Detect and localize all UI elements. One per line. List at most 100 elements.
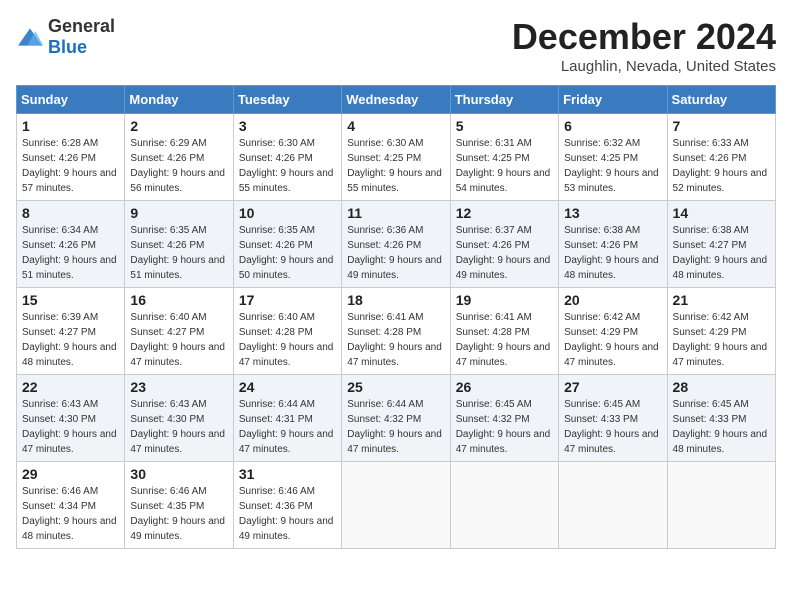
day-info: Sunrise: 6:44 AMSunset: 4:31 PMDaylight:… [239, 397, 336, 457]
day-header-monday: Monday [125, 86, 233, 114]
logo-blue-text: Blue [48, 37, 87, 57]
calendar-week-row: 1Sunrise: 6:28 AMSunset: 4:26 PMDaylight… [17, 114, 776, 201]
calendar-cell: 2 Sunrise: 6:29 AMSunset: 4:26 PMDaylight… [125, 114, 233, 201]
day-number: 4 [347, 118, 444, 134]
title-area: December 2024 Laughlin, Nevada, United S… [512, 16, 776, 75]
day-info: Sunrise: 6:34 AMSunset: 4:26 PMDaylight:… [22, 223, 119, 283]
day-info: Sunrise: 6:33 AMSunset: 4:26 PMDaylight:… [673, 136, 770, 196]
calendar-cell [342, 462, 450, 549]
calendar-cell: 12 Sunrise: 6:37 AMSunset: 4:26 PMDayligh… [450, 201, 558, 288]
calendar-cell: 23 Sunrise: 6:43 AMSunset: 4:30 PMDayligh… [125, 375, 233, 462]
day-number: 5 [456, 118, 553, 134]
day-number: 27 [564, 379, 661, 395]
logo-icon [16, 27, 44, 47]
day-number: 13 [564, 205, 661, 221]
day-info: Sunrise: 6:29 AMSunset: 4:26 PMDaylight:… [130, 136, 227, 196]
day-info: Sunrise: 6:43 AMSunset: 4:30 PMDaylight:… [130, 397, 227, 457]
day-number: 22 [22, 379, 119, 395]
day-header-saturday: Saturday [667, 86, 775, 114]
calendar-cell: 1Sunrise: 6:28 AMSunset: 4:26 PMDaylight… [17, 114, 125, 201]
logo: General Blue [16, 16, 115, 58]
day-number: 25 [347, 379, 444, 395]
day-info: Sunrise: 6:45 AMSunset: 4:33 PMDaylight:… [673, 397, 770, 457]
calendar-cell: 5 Sunrise: 6:31 AMSunset: 4:25 PMDaylight… [450, 114, 558, 201]
day-info: Sunrise: 6:40 AMSunset: 4:28 PMDaylight:… [239, 310, 336, 370]
day-info: Sunrise: 6:41 AMSunset: 4:28 PMDaylight:… [456, 310, 553, 370]
day-number: 19 [456, 292, 553, 308]
calendar-cell: 19 Sunrise: 6:41 AMSunset: 4:28 PMDayligh… [450, 288, 558, 375]
day-info: Sunrise: 6:44 AMSunset: 4:32 PMDaylight:… [347, 397, 444, 457]
day-header-wednesday: Wednesday [342, 86, 450, 114]
calendar-cell: 25 Sunrise: 6:44 AMSunset: 4:32 PMDayligh… [342, 375, 450, 462]
day-number: 23 [130, 379, 227, 395]
calendar-cell: 3Sunrise: 6:30 AMSunset: 4:26 PMDaylight… [233, 114, 341, 201]
calendar-cell: 17 Sunrise: 6:40 AMSunset: 4:28 PMDayligh… [233, 288, 341, 375]
day-info: Sunrise: 6:46 AMSunset: 4:36 PMDaylight:… [239, 484, 336, 544]
day-info: Sunrise: 6:30 AMSunset: 4:25 PMDaylight:… [347, 136, 444, 196]
day-info: Sunrise: 6:35 AMSunset: 4:26 PMDaylight:… [239, 223, 336, 283]
day-number: 29 [22, 466, 119, 482]
day-info: Sunrise: 6:41 AMSunset: 4:28 PMDaylight:… [347, 310, 444, 370]
day-number: 9 [130, 205, 227, 221]
day-number: 12 [456, 205, 553, 221]
day-info: Sunrise: 6:38 AMSunset: 4:27 PMDaylight:… [673, 223, 770, 283]
calendar-week-row: 8 Sunrise: 6:34 AMSunset: 4:26 PMDaylight… [17, 201, 776, 288]
day-number: 17 [239, 292, 336, 308]
day-header-friday: Friday [559, 86, 667, 114]
month-title: December 2024 [512, 16, 776, 58]
day-info: Sunrise: 6:46 AMSunset: 4:35 PMDaylight:… [130, 484, 227, 544]
logo-general-text: General [48, 16, 115, 36]
day-number: 30 [130, 466, 227, 482]
day-info: Sunrise: 6:42 AMSunset: 4:29 PMDaylight:… [564, 310, 661, 370]
calendar-cell: 24 Sunrise: 6:44 AMSunset: 4:31 PMDayligh… [233, 375, 341, 462]
day-header-sunday: Sunday [17, 86, 125, 114]
day-info: Sunrise: 6:31 AMSunset: 4:25 PMDaylight:… [456, 136, 553, 196]
day-info: Sunrise: 6:42 AMSunset: 4:29 PMDaylight:… [673, 310, 770, 370]
calendar-week-row: 22 Sunrise: 6:43 AMSunset: 4:30 PMDayligh… [17, 375, 776, 462]
day-number: 18 [347, 292, 444, 308]
day-number: 2 [130, 118, 227, 134]
calendar-cell: 29 Sunrise: 6:46 AMSunset: 4:34 PMDayligh… [17, 462, 125, 549]
day-info: Sunrise: 6:43 AMSunset: 4:30 PMDaylight:… [22, 397, 119, 457]
calendar-cell: 13 Sunrise: 6:38 AMSunset: 4:26 PMDayligh… [559, 201, 667, 288]
day-number: 8 [22, 205, 119, 221]
day-info: Sunrise: 6:37 AMSunset: 4:26 PMDaylight:… [456, 223, 553, 283]
calendar-cell [667, 462, 775, 549]
day-info: Sunrise: 6:32 AMSunset: 4:25 PMDaylight:… [564, 136, 661, 196]
location-title: Laughlin, Nevada, United States [512, 58, 776, 75]
day-info: Sunrise: 6:39 AMSunset: 4:27 PMDaylight:… [22, 310, 119, 370]
calendar-week-row: 29 Sunrise: 6:46 AMSunset: 4:34 PMDayligh… [17, 462, 776, 549]
day-info: Sunrise: 6:46 AMSunset: 4:34 PMDaylight:… [22, 484, 119, 544]
calendar-cell: 30 Sunrise: 6:46 AMSunset: 4:35 PMDayligh… [125, 462, 233, 549]
day-info: Sunrise: 6:36 AMSunset: 4:26 PMDaylight:… [347, 223, 444, 283]
day-number: 16 [130, 292, 227, 308]
calendar-cell: 8 Sunrise: 6:34 AMSunset: 4:26 PMDaylight… [17, 201, 125, 288]
day-number: 11 [347, 205, 444, 221]
day-number: 10 [239, 205, 336, 221]
calendar-cell: 15Sunrise: 6:39 AMSunset: 4:27 PMDayligh… [17, 288, 125, 375]
calendar-cell: 28Sunrise: 6:45 AMSunset: 4:33 PMDayligh… [667, 375, 775, 462]
calendar-week-row: 15Sunrise: 6:39 AMSunset: 4:27 PMDayligh… [17, 288, 776, 375]
day-number: 6 [564, 118, 661, 134]
calendar-cell: 14 Sunrise: 6:38 AMSunset: 4:27 PMDayligh… [667, 201, 775, 288]
calendar-cell [450, 462, 558, 549]
day-number: 24 [239, 379, 336, 395]
day-number: 7 [673, 118, 770, 134]
day-info: Sunrise: 6:45 AMSunset: 4:33 PMDaylight:… [564, 397, 661, 457]
day-number: 31 [239, 466, 336, 482]
calendar-cell: 18 Sunrise: 6:41 AMSunset: 4:28 PMDayligh… [342, 288, 450, 375]
day-number: 21 [673, 292, 770, 308]
calendar-cell: 6 Sunrise: 6:32 AMSunset: 4:25 PMDaylight… [559, 114, 667, 201]
day-number: 14 [673, 205, 770, 221]
day-header-thursday: Thursday [450, 86, 558, 114]
header: General Blue December 2024 Laughlin, Nev… [16, 16, 776, 75]
calendar-cell: 27 Sunrise: 6:45 AMSunset: 4:33 PMDayligh… [559, 375, 667, 462]
calendar-cell: 16Sunrise: 6:40 AMSunset: 4:27 PMDayligh… [125, 288, 233, 375]
day-info: Sunrise: 6:45 AMSunset: 4:32 PMDaylight:… [456, 397, 553, 457]
day-info: Sunrise: 6:38 AMSunset: 4:26 PMDaylight:… [564, 223, 661, 283]
calendar-header-row: SundayMondayTuesdayWednesdayThursdayFrid… [17, 86, 776, 114]
day-header-tuesday: Tuesday [233, 86, 341, 114]
calendar-cell: 9Sunrise: 6:35 AMSunset: 4:26 PMDaylight… [125, 201, 233, 288]
day-number: 1 [22, 118, 119, 134]
calendar-cell [559, 462, 667, 549]
